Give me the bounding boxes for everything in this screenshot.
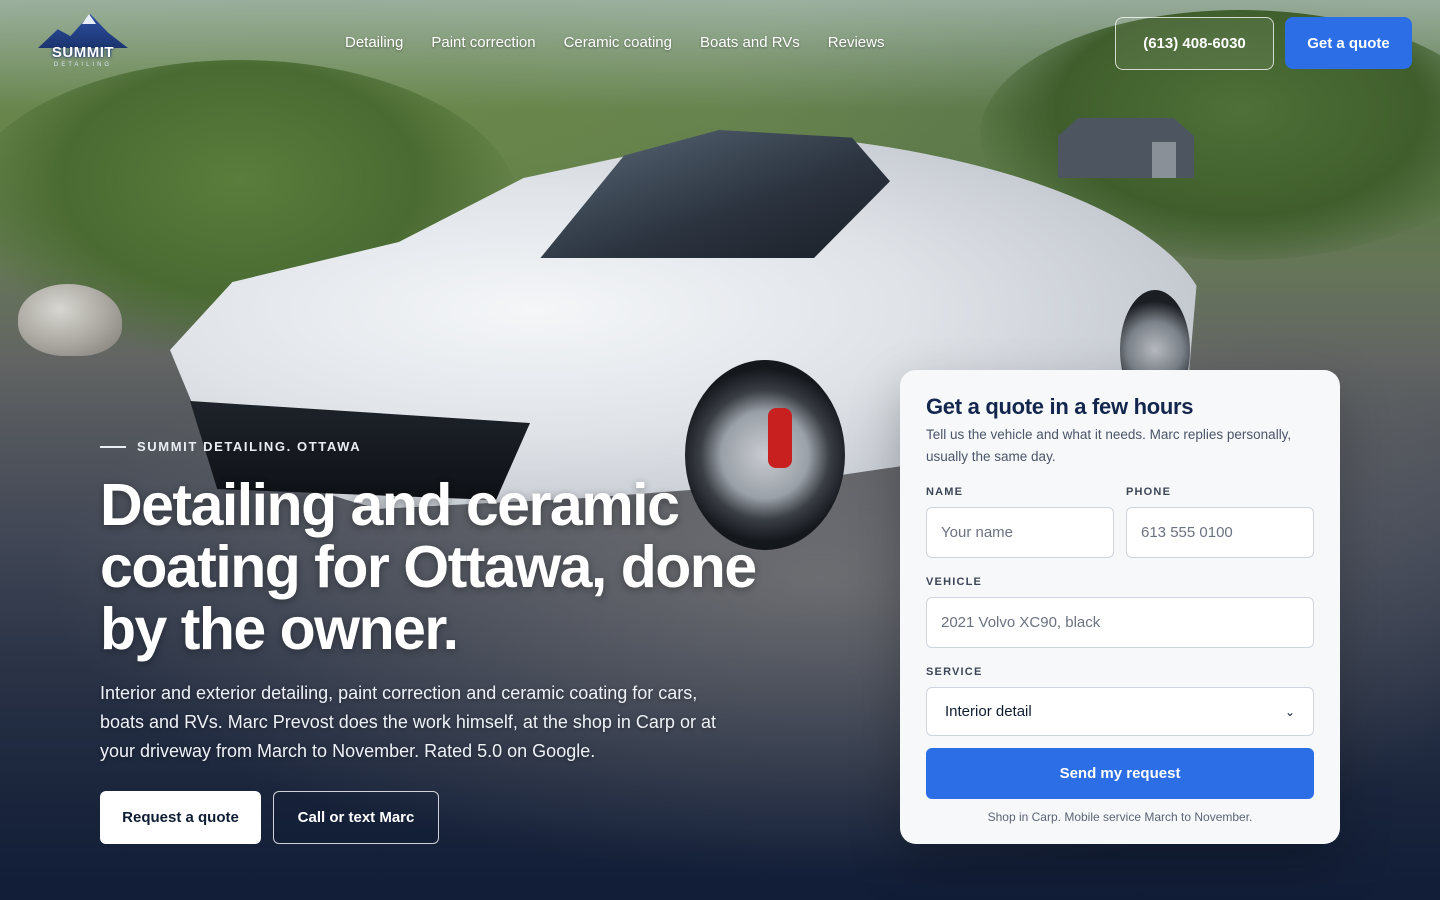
phone-button[interactable]: (613) 408-6030 [1115,17,1274,70]
name-field-group: NAME Your name [926,486,1114,558]
call-or-text-button[interactable]: Call or text Marc [273,791,439,844]
chevron-down-icon: ⌄ [1284,704,1295,719]
phone-field-group: PHONE 613 555 0100 [1126,486,1314,558]
vehicle-row: VEHICLE 2021 Volvo XC90, black [926,576,1314,648]
hero-description: Interior and exterior detailing, paint c… [100,683,716,761]
logo-tagline: DETAILING [53,62,113,68]
summit-logo[interactable]: SUMMIT DETAILING [30,14,136,70]
form-title: Get a quote in a few hours [926,394,1194,419]
form-footnote: Shop in Carp. Mobile service March to No… [987,810,1253,824]
request-quote-button[interactable]: Request a quote [100,791,261,844]
nav-links: Detailing Paint correction Ceramic coati… [345,34,884,51]
eyebrow-text: SUMMIT DETAILING. OTTAWA [137,439,362,454]
vehicle-field-group: VEHICLE 2021 Volvo XC90, black [926,576,1314,648]
logo-wordmark: SUMMIT [51,44,115,61]
get-quote-button[interactable]: Get a quote [1285,17,1412,69]
nav-link-reviews[interactable]: Reviews [828,34,885,51]
mountain-icon [38,14,128,48]
name-input[interactable]: Your name [926,507,1114,558]
phone-label: PHONE [1126,486,1172,498]
top-navigation: SUMMIT DETAILING Detailing Paint correct… [0,0,1440,86]
quote-form-card: Get a quote in a few hours Tell us the v… [900,370,1340,844]
send-request-button[interactable]: Send my request [926,748,1314,799]
phone-input[interactable]: 613 555 0100 [1126,507,1314,558]
eyebrow-divider [100,445,126,448]
service-field-group: SERVICE Interior detail ⌄ [926,666,1314,736]
service-row: SERVICE Interior detail ⌄ [926,666,1314,736]
nav-actions: (613) 408-6030 Get a quote [1115,17,1412,70]
hero-eyebrow: SUMMIT DETAILING. OTTAWA [100,439,361,454]
hero-cta-row: Request a quote Call or text Marc [100,791,439,844]
nav-link-detailing[interactable]: Detailing [345,34,403,51]
service-select[interactable]: Interior detail ⌄ [926,687,1314,736]
vehicle-label: VEHICLE [926,576,983,588]
nav-link-boats-and-rvs[interactable]: Boats and RVs [700,34,800,51]
form-subtitle: Tell us the vehicle and what it needs. M… [926,427,1292,464]
name-phone-row: NAME Your name PHONE 613 555 0100 [926,486,1314,558]
nav-link-paint-correction[interactable]: Paint correction [431,34,535,51]
vehicle-input[interactable]: 2021 Volvo XC90, black [926,597,1314,648]
service-label: SERVICE [926,666,983,678]
nav-link-ceramic-coating[interactable]: Ceramic coating [564,34,672,51]
boulder [18,284,122,356]
service-selected-value: Interior detail [945,703,1032,720]
name-label: NAME [926,486,964,498]
car-brake-caliper [768,408,792,468]
hero-headline: Detailing and ceramic coating for Ottawa… [100,472,757,662]
